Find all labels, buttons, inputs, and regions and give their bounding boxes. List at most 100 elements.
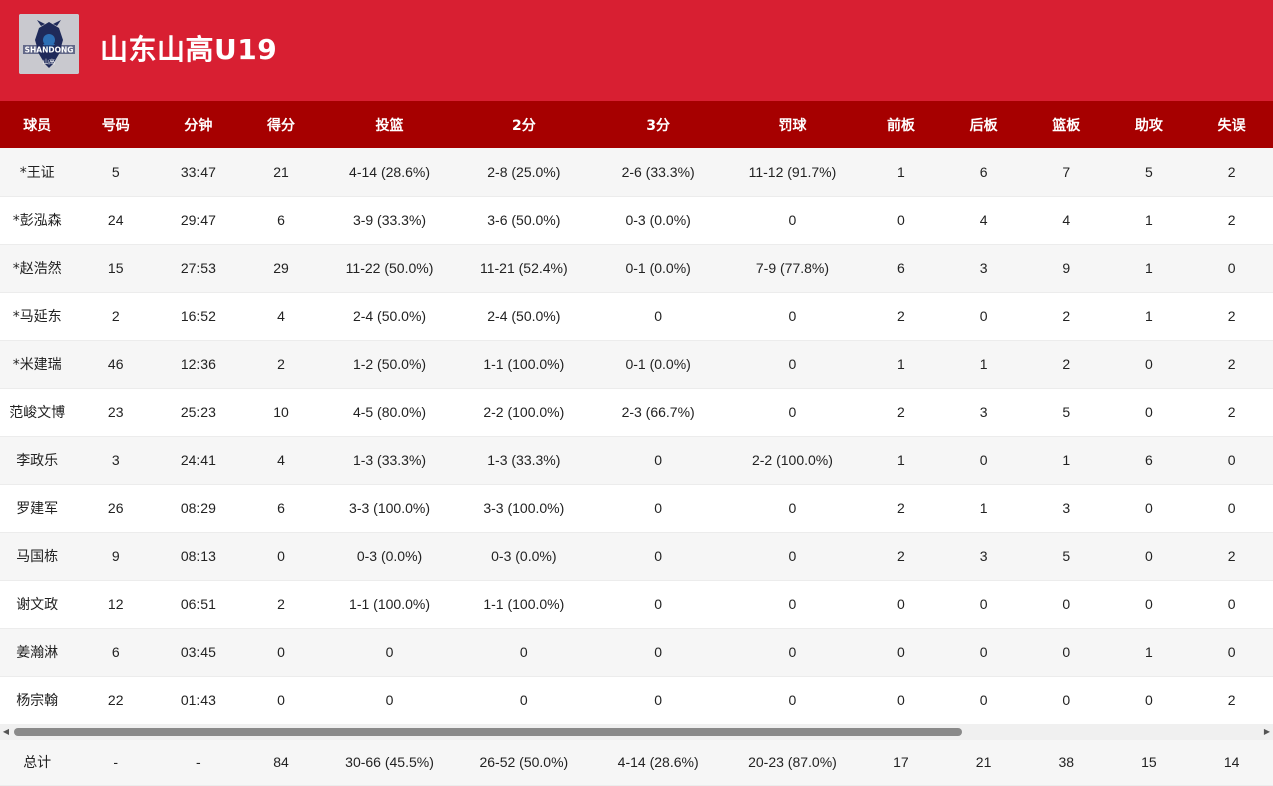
totals-cell: 84 bbox=[273, 754, 289, 771]
cell-three-pointers: 0 bbox=[654, 452, 663, 468]
cell-player-name[interactable]: 范峻文博 bbox=[0, 388, 74, 436]
team-logo: SHANDONG 山高 bbox=[19, 14, 79, 74]
table-row[interactable]: 罗建军 26 08:29 6 3-3 (100.0%) 3-3 (100.0%) 0 0 2 1 3… bbox=[0, 484, 1273, 532]
table-header-row: 球员 号码 分钟 得分 投篮 2分 3分 罚球 前板 后板 篮板 助攻 失误 bbox=[0, 101, 1273, 148]
scroll-right-arrow-icon[interactable]: ▶ bbox=[1262, 727, 1272, 737]
cell-player-name[interactable]: 杨宗翰 bbox=[0, 676, 74, 724]
cell-player-name[interactable]: *米建瑞 bbox=[0, 340, 74, 388]
totals-cell: 4-14 (28.6%) bbox=[617, 754, 699, 771]
table-row[interactable]: 李政乐 3 24:41 4 1-3 (33.3%) 1-3 (33.3%) 0 2-2 (10… bbox=[0, 436, 1273, 484]
cell-player-name[interactable]: *赵浩然 bbox=[0, 244, 74, 292]
cell-defensive-rebounds: 6 bbox=[979, 163, 988, 180]
cell-points: 10 bbox=[273, 404, 289, 420]
cell-minutes: 12:36 bbox=[180, 356, 216, 372]
cell-field-goals: 4-5 (80.0%) bbox=[352, 404, 427, 420]
cell-assists: 0 bbox=[1145, 596, 1153, 612]
cell-jersey-number: 9 bbox=[111, 548, 120, 564]
cell-defensive-rebounds: 1 bbox=[979, 500, 988, 516]
table-row[interactable]: *赵浩然 15 27:53 29 11-22 (50.0%) 11-21 (52.4%) 0… bbox=[0, 244, 1273, 292]
table-row[interactable]: *米建瑞 46 12:36 2 1-2 (50.0%) 1-1 (100.0%) 0-1 (… bbox=[0, 340, 1273, 388]
cell-points: 6 bbox=[277, 500, 285, 516]
cell-turnovers: 2 bbox=[1227, 163, 1236, 180]
cell-defensive-rebounds: 0 bbox=[979, 596, 988, 612]
cell-player-name[interactable]: *王证 bbox=[0, 148, 74, 196]
cell-two-pointers: 2-2 (100.0%) bbox=[483, 404, 565, 420]
cell-field-goals: 0 bbox=[385, 644, 394, 660]
cell-jersey-number: 46 bbox=[107, 356, 124, 372]
cell-assists: 1 bbox=[1145, 308, 1153, 324]
totals-cell: 14 bbox=[1223, 754, 1240, 771]
cell-minutes: 25:23 bbox=[180, 404, 216, 420]
cell-two-pointers: 3-6 (50.0%) bbox=[487, 212, 561, 228]
cell-free-throws: 2-2 (100.0%) bbox=[751, 452, 833, 468]
column-header-rebounds[interactable]: 篮板 bbox=[1025, 101, 1108, 148]
column-header-field-goals[interactable]: 投篮 bbox=[322, 101, 456, 148]
column-header-minutes[interactable]: 分钟 bbox=[157, 101, 240, 148]
cell-three-pointers: 0 bbox=[654, 644, 663, 660]
cell-player-name[interactable]: 李政乐 bbox=[0, 436, 74, 484]
cell-minutes: 01:43 bbox=[180, 692, 216, 708]
totals-cell: 21 bbox=[975, 754, 992, 771]
column-header-three-pointers[interactable]: 3分 bbox=[591, 101, 725, 148]
cell-free-throws: 0 bbox=[788, 596, 797, 612]
column-header-player[interactable]: 球员 bbox=[0, 101, 74, 148]
cell-assists: 1 bbox=[1145, 644, 1153, 660]
column-header-assists[interactable]: 助攻 bbox=[1108, 101, 1191, 148]
cell-two-pointers: 2-4 (50.0%) bbox=[487, 308, 561, 324]
cell-player-name[interactable]: *彭泓森 bbox=[0, 196, 74, 244]
table-row[interactable]: *彭泓森 24 29:47 6 3-9 (33.3%) 3-6 (50.0%) 0-3 (0… bbox=[0, 196, 1273, 244]
table-row[interactable]: 范峻文博 23 25:23 10 4-5 (80.0%) 2-2 (100.0%) 2-3 … bbox=[0, 388, 1273, 436]
cell-player-name[interactable]: 马国栋 bbox=[0, 532, 74, 580]
table-row[interactable]: *马延东 2 16:52 4 2-4 (50.0%) 2-4 (50.0%) 0 0 2 0 2 1 2 bbox=[0, 292, 1273, 340]
totals-cell: - bbox=[113, 754, 119, 771]
team-name: 山东山高U19 bbox=[100, 33, 278, 66]
cell-offensive-rebounds: 1 bbox=[897, 356, 905, 372]
totals-table: 总计 - - 84 30-66 (45.5%) 26-52 (50.0%) 4-… bbox=[0, 740, 1273, 786]
cell-jersey-number: 22 bbox=[107, 692, 124, 708]
cell-three-pointers: 0-1 (0.0%) bbox=[625, 356, 691, 372]
cell-assists: 5 bbox=[1145, 163, 1153, 180]
table-row[interactable]: 谢文政 12 06:51 2 1-1 (100.0%) 1-1 (100.0%) 0 0 0 0 0… bbox=[0, 580, 1273, 628]
table-row[interactable]: *王证 5 33:47 21 4-14 (28.6%) 2-8 (25.0%) 2-6 (3… bbox=[0, 148, 1273, 196]
cell-rebounds: 0 bbox=[1062, 644, 1071, 660]
svg-text:SHANDONG: SHANDONG bbox=[25, 46, 74, 55]
table-row[interactable]: 杨宗翰 22 01:43 0 0 0 0 0 0 0 0 0 2 bbox=[0, 676, 1273, 724]
cell-jersey-number: 6 bbox=[111, 644, 120, 660]
column-header-points[interactable]: 得分 bbox=[240, 101, 323, 148]
cell-player-name[interactable]: 谢文政 bbox=[0, 580, 74, 628]
cell-free-throws: 0 bbox=[788, 404, 797, 420]
horizontal-scrollbar[interactable]: ◀ ▶ bbox=[0, 724, 1273, 740]
cell-jersey-number: 26 bbox=[107, 500, 124, 516]
cell-minutes: 08:29 bbox=[180, 500, 216, 516]
cell-free-throws: 0 bbox=[788, 308, 797, 324]
cell-points: 0 bbox=[277, 644, 285, 660]
totals-row: 总计 - - 84 30-66 (45.5%) 26-52 (50.0%) 4-… bbox=[0, 740, 1273, 785]
cell-points: 2 bbox=[277, 596, 285, 612]
scrollbar-thumb[interactable] bbox=[14, 728, 962, 736]
scroll-left-arrow-icon[interactable]: ◀ bbox=[1, 727, 11, 737]
svg-text:山高: 山高 bbox=[43, 58, 55, 66]
totals-cell: 30-66 (45.5%) bbox=[345, 754, 434, 771]
cell-player-name[interactable]: *马延东 bbox=[0, 292, 74, 340]
totals-cell: - bbox=[196, 754, 201, 771]
cell-offensive-rebounds: 2 bbox=[897, 548, 905, 564]
cell-field-goals: 3-3 (100.0%) bbox=[349, 500, 430, 516]
cell-player-name[interactable]: 姜瀚淋 bbox=[0, 628, 74, 676]
column-header-turnovers[interactable]: 失误 bbox=[1190, 101, 1273, 148]
cell-field-goals: 4-14 (28.6%) bbox=[349, 163, 430, 180]
cell-field-goals: 0-3 (0.0%) bbox=[356, 548, 423, 564]
column-header-offensive-rebounds[interactable]: 前板 bbox=[860, 101, 943, 148]
cell-player-name[interactable]: 罗建军 bbox=[0, 484, 74, 532]
table-row[interactable]: 马国栋 9 08:13 0 0-3 (0.0%) 0-3 (0.0%) 0 0 2 3 5 0 2 bbox=[0, 532, 1273, 580]
cell-two-pointers: 11-21 (52.4%) bbox=[479, 260, 568, 276]
cell-turnovers: 2 bbox=[1227, 356, 1236, 372]
column-header-defensive-rebounds[interactable]: 后板 bbox=[942, 101, 1025, 148]
cell-rebounds: 5 bbox=[1062, 404, 1071, 420]
totals-cell: 15 bbox=[1141, 754, 1157, 771]
column-header-two-pointers[interactable]: 2分 bbox=[457, 101, 591, 148]
column-header-free-throws[interactable]: 罚球 bbox=[725, 101, 859, 148]
table-row[interactable]: 姜瀚淋 6 03:45 0 0 0 0 0 0 0 0 1 0 bbox=[0, 628, 1273, 676]
cell-minutes: 08:13 bbox=[180, 548, 216, 564]
cell-field-goals: 3-9 (33.3%) bbox=[352, 212, 427, 228]
column-header-number[interactable]: 号码 bbox=[74, 101, 157, 148]
